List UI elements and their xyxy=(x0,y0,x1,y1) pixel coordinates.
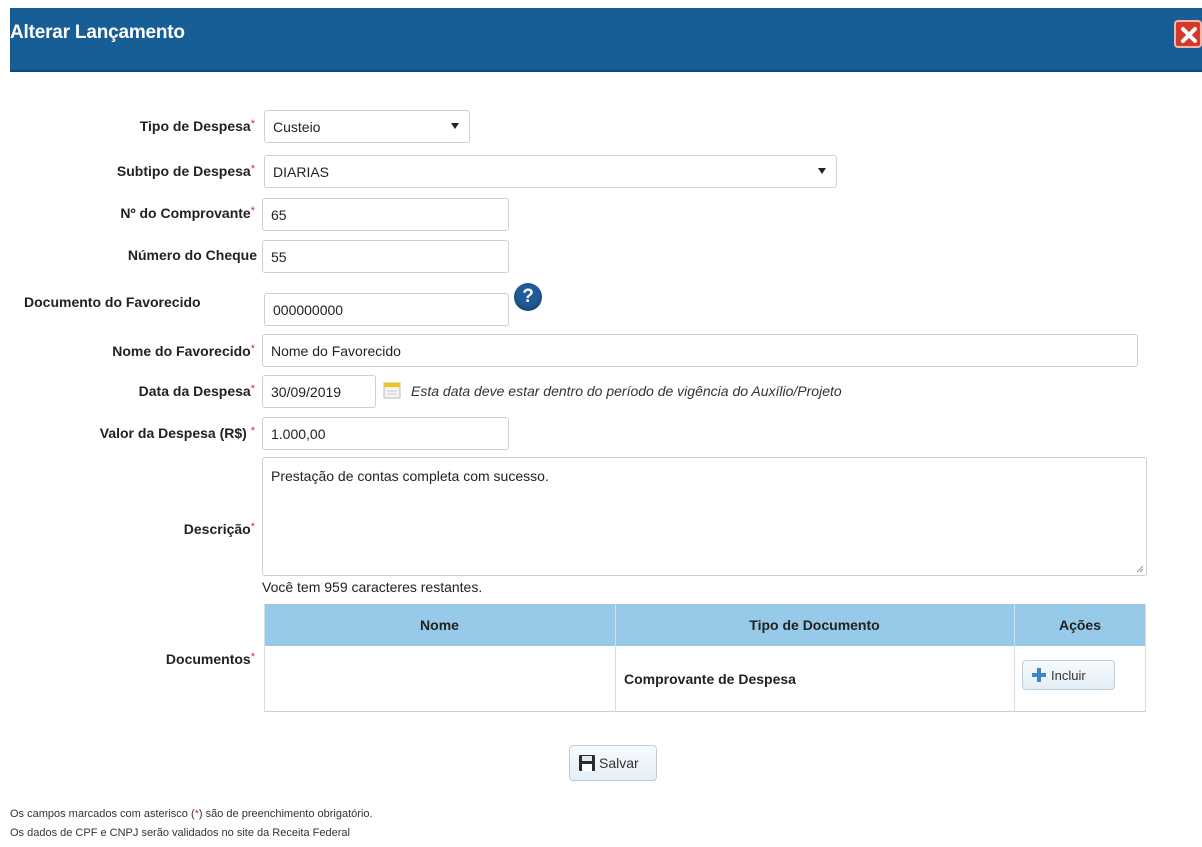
valor-despesa-input[interactable]: 1.000,00 xyxy=(262,417,509,450)
data-despesa-label: Data da Despesa* xyxy=(139,383,255,399)
subtipo-despesa-select[interactable]: DIARIAS xyxy=(264,155,837,188)
column-divider xyxy=(264,604,265,712)
documento-favorecido-value: 000000000 xyxy=(273,301,344,318)
data-despesa-input[interactable]: 30/09/2019 xyxy=(262,375,376,408)
required-mark: * xyxy=(250,163,255,175)
documento-favorecido-label: Documento do Favorecido xyxy=(24,294,201,310)
column-divider xyxy=(1014,604,1015,712)
close-icon[interactable] xyxy=(1174,20,1202,48)
nome-favorecido-input[interactable]: Nome do Favorecido xyxy=(262,334,1138,367)
descricao-label: Descrição* xyxy=(184,521,255,537)
save-label: Salvar xyxy=(599,755,639,771)
valor-despesa-value: 1.000,00 xyxy=(271,425,326,442)
valor-despesa-label: Valor da Despesa (R$) * xyxy=(100,425,255,441)
cheque-label: Número do Cheque xyxy=(127,247,257,263)
question-icon[interactable]: ? xyxy=(514,283,542,311)
data-despesa-hint: Esta data deve estar dentro do período d… xyxy=(411,383,842,399)
dialog-titlebar: Alterar Lançamento xyxy=(10,8,1202,72)
comprovante-label: Nº do Comprovante* xyxy=(120,205,255,221)
cheque-input[interactable]: 55 xyxy=(262,240,509,273)
column-header-tipo: Tipo de Documento xyxy=(749,617,880,633)
cpf-cnpj-note: Os dados de CPF e CNPJ serão validados n… xyxy=(10,827,350,839)
note-text: ) são de preenchimento obrigatório. xyxy=(198,808,373,820)
column-header-nome: Nome xyxy=(420,617,459,633)
save-button[interactable]: Salvar xyxy=(569,745,657,781)
descricao-counter: Você tem 959 caracteres restantes. xyxy=(262,579,483,595)
descricao-label-text: Descrição xyxy=(183,521,251,537)
required-mark: * xyxy=(250,343,255,355)
tipo-despesa-label: Tipo de Despesa* xyxy=(140,118,255,134)
resize-grip-icon[interactable] xyxy=(1134,563,1144,573)
column-divider xyxy=(1145,604,1146,712)
tipo-despesa-select[interactable]: Custeio xyxy=(264,110,470,143)
required-mark: * xyxy=(250,425,255,437)
column-divider xyxy=(615,604,616,712)
required-mark: * xyxy=(250,383,255,395)
plus-icon xyxy=(1032,668,1046,682)
valor-despesa-label-text: Valor da Despesa (R$) xyxy=(99,425,247,441)
comprovante-input[interactable]: 65 xyxy=(262,198,509,231)
dialog-title: Alterar Lançamento xyxy=(10,22,185,43)
subtipo-despesa-label-text: Subtipo de Despesa xyxy=(116,163,251,179)
incluir-button[interactable]: Incluir xyxy=(1022,660,1115,690)
data-despesa-value: 30/09/2019 xyxy=(271,383,342,400)
calendar-icon[interactable] xyxy=(383,381,401,399)
comprovante-label-text: Nº do Comprovante xyxy=(120,205,251,221)
subtipo-despesa-value: DIARIAS xyxy=(273,163,330,180)
nome-favorecido-label: Nome do Favorecido* xyxy=(112,343,255,359)
documento-favorecido-input[interactable]: 000000000 xyxy=(264,293,509,326)
required-mark: * xyxy=(250,651,255,663)
tipo-despesa-label-text: Tipo de Despesa xyxy=(139,118,251,134)
documentos-table: Nome Tipo de Documento Ações Comprovante… xyxy=(264,604,1146,712)
subtipo-despesa-label: Subtipo de Despesa* xyxy=(117,163,255,179)
required-fields-note: Os campos marcados com asterisco (*) são… xyxy=(10,808,373,820)
floppy-disk-icon xyxy=(579,755,595,771)
documentos-label-text: Documentos xyxy=(165,651,251,667)
tipo-despesa-value: Custeio xyxy=(273,118,321,135)
required-mark: * xyxy=(250,521,255,533)
chevron-down-icon xyxy=(818,168,826,174)
table-cell-nome xyxy=(272,646,612,712)
comprovante-value: 65 xyxy=(271,206,287,223)
nome-favorecido-value: Nome do Favorecido xyxy=(271,342,401,359)
required-mark: * xyxy=(250,205,255,217)
incluir-label: Incluir xyxy=(1051,667,1086,683)
required-mark: * xyxy=(250,118,255,130)
cheque-value: 55 xyxy=(271,248,287,265)
descricao-value: Prestação de contas completa com sucesso… xyxy=(271,468,549,484)
nome-favorecido-label-text: Nome do Favorecido xyxy=(112,343,251,359)
descricao-textarea[interactable]: Prestação de contas completa com sucesso… xyxy=(262,457,1147,576)
note-text: Os campos marcados com asterisco ( xyxy=(10,808,195,820)
table-cell-tipo: Comprovante de Despesa xyxy=(624,671,796,687)
documentos-label: Documentos* xyxy=(166,651,255,667)
chevron-down-icon xyxy=(451,123,459,129)
data-despesa-label-text: Data da Despesa xyxy=(138,383,251,399)
column-header-acoes: Ações xyxy=(1058,617,1102,633)
